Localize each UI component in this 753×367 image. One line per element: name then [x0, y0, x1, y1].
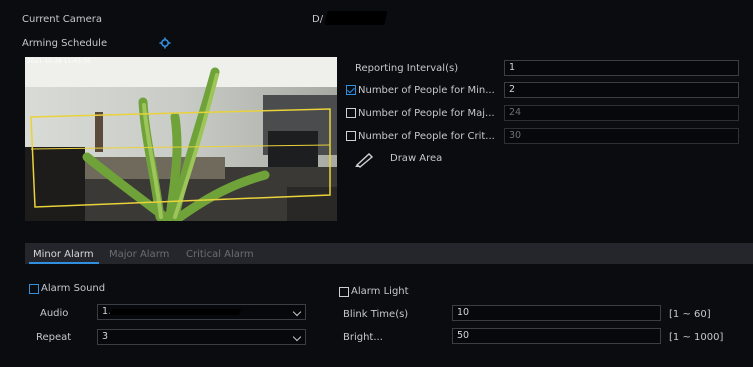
repeat-label: Repeat — [36, 332, 72, 343]
current-camera-label: Current Camera — [22, 14, 102, 25]
osd-timestamp: 2021-10-28 11:45:16 — [27, 58, 91, 65]
camera-scene-image — [25, 57, 337, 221]
critical-threshold-input[interactable]: 30 — [504, 128, 739, 144]
critical-threshold-checkbox[interactable] — [346, 131, 356, 141]
tab-minor-alarm[interactable]: Minor Alarm — [33, 249, 94, 260]
draw-area-button[interactable]: Draw Area — [349, 150, 509, 168]
bright-input[interactable]: 50 — [452, 328, 661, 344]
reporting-interval-input[interactable]: 1 — [504, 60, 739, 76]
alarm-light-checkbox[interactable] — [339, 287, 349, 297]
alarm-sound-label: Alarm Sound — [41, 283, 106, 294]
bright-range: [1 ~ 1000] — [669, 332, 724, 343]
repeat-select[interactable]: 3 — [97, 329, 306, 345]
settings-gear-icon[interactable] — [159, 37, 171, 49]
redacted-camera-name — [324, 11, 388, 25]
repeat-value: 3 — [102, 331, 109, 342]
chevron-down-icon — [292, 332, 302, 342]
reporting-interval-label: Reporting Interval(s) — [355, 63, 459, 74]
minor-threshold-checkbox[interactable] — [346, 85, 356, 95]
chevron-down-icon — [292, 307, 302, 317]
camera-select[interactable]: D/ — [312, 14, 323, 25]
major-threshold-label: Number of People for Maj... — [358, 108, 495, 119]
active-tab-indicator — [29, 262, 99, 264]
audio-label: Audio — [40, 308, 69, 319]
draw-area-label: Draw Area — [390, 153, 443, 164]
blink-time-range: [1 ~ 60] — [669, 309, 711, 320]
arming-schedule-label: Arming Schedule — [22, 38, 108, 49]
tab-major-alarm[interactable]: Major Alarm — [109, 249, 169, 260]
minor-threshold-input[interactable]: 2 — [504, 82, 739, 98]
camera-preview[interactable]: 2021-10-28 11:45:16 — [25, 57, 337, 221]
major-threshold-input[interactable]: 24 — [504, 105, 739, 121]
pencil-icon — [349, 150, 377, 168]
tab-critical-alarm[interactable]: Critical Alarm — [186, 249, 254, 260]
bright-label: Bright... — [343, 332, 383, 343]
alarm-sound-checkbox[interactable] — [29, 284, 39, 294]
minor-threshold-label: Number of People for Min... — [358, 85, 495, 96]
camera-value: D/ — [312, 14, 324, 25]
redacted-audio-name — [108, 309, 242, 315]
critical-threshold-label: Number of People for Crit... — [358, 131, 495, 142]
blink-time-input[interactable]: 10 — [452, 305, 661, 321]
major-threshold-checkbox[interactable] — [346, 108, 356, 118]
blink-time-label: Blink Time(s) — [343, 309, 409, 320]
alarm-light-label: Alarm Light — [351, 286, 409, 297]
